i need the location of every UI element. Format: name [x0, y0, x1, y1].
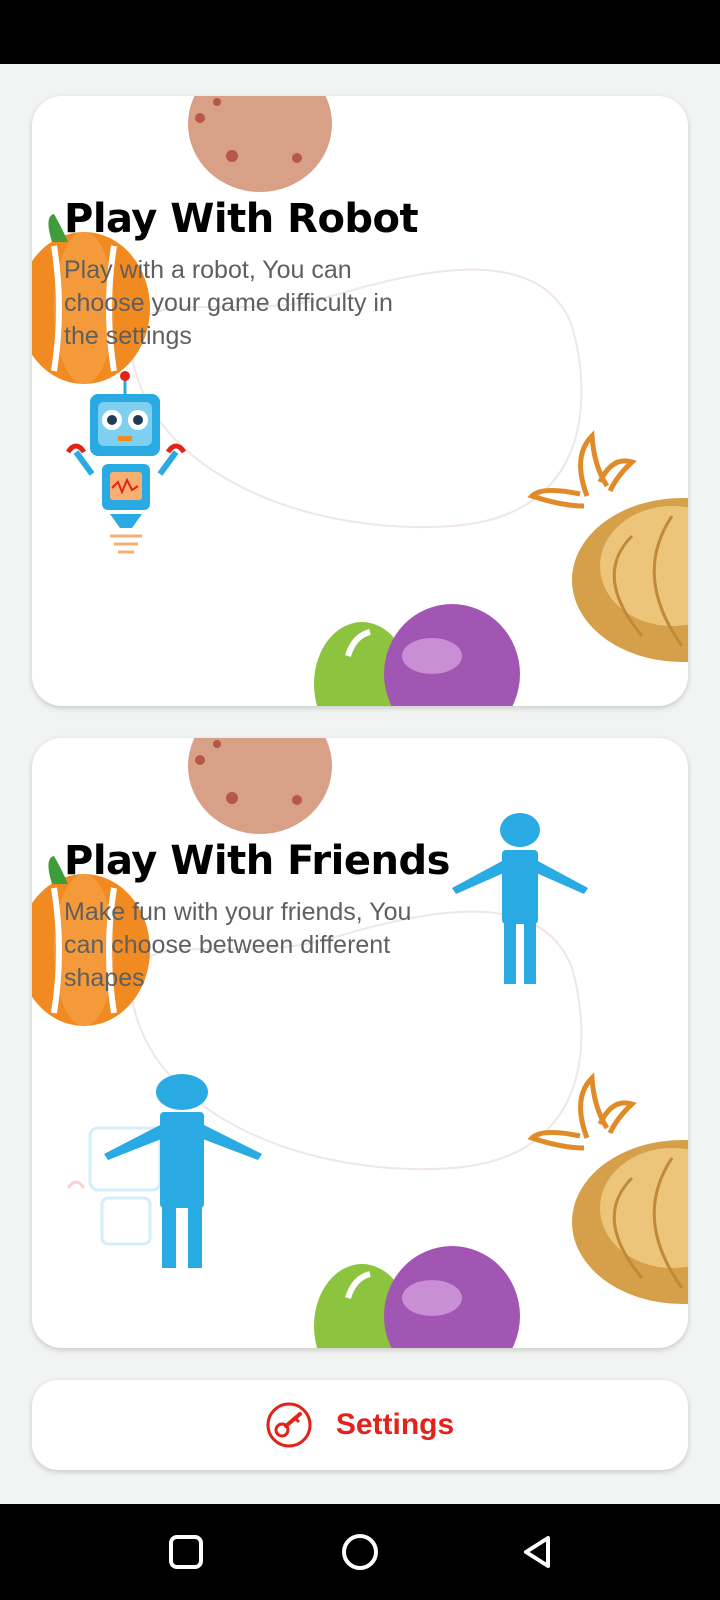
eggplant-icon [314, 604, 520, 706]
status-bar [0, 0, 720, 64]
card-title: Play With Robot [64, 196, 419, 242]
system-nav-bar [0, 1504, 720, 1600]
card-description: Make fun with your friends, You can choo… [64, 898, 412, 992]
back-button[interactable] [512, 1528, 560, 1576]
home-button[interactable] [336, 1528, 384, 1576]
vegetable-background [32, 96, 688, 706]
vegetable-background [32, 738, 688, 1348]
onion-icon [527, 430, 688, 662]
key-icon [266, 1402, 312, 1448]
card-title: Play With Friends [64, 838, 450, 884]
back-triangle-icon [524, 1536, 550, 1568]
potato-icon [188, 738, 332, 834]
circle-icon [342, 1534, 378, 1570]
settings-label: Settings [335, 1408, 455, 1441]
card-description: Play with a robot, You can choose your g… [64, 256, 393, 350]
faded-robot-icon [66, 1126, 162, 1246]
recents-button[interactable] [162, 1528, 210, 1576]
onion-icon [527, 1072, 688, 1304]
play-with-friends-card[interactable]: Play With Friends Make fun with your fri… [32, 738, 688, 1348]
square-icon [169, 1535, 203, 1569]
person-icon-left [104, 1074, 262, 1268]
settings-button[interactable]: Settings [32, 1380, 688, 1470]
play-with-robot-card[interactable]: Play With Robot Play with a robot, You c… [32, 96, 688, 706]
robot-icon [65, 371, 187, 554]
potato-icon [188, 96, 332, 192]
eggplant-icon [314, 1246, 520, 1348]
